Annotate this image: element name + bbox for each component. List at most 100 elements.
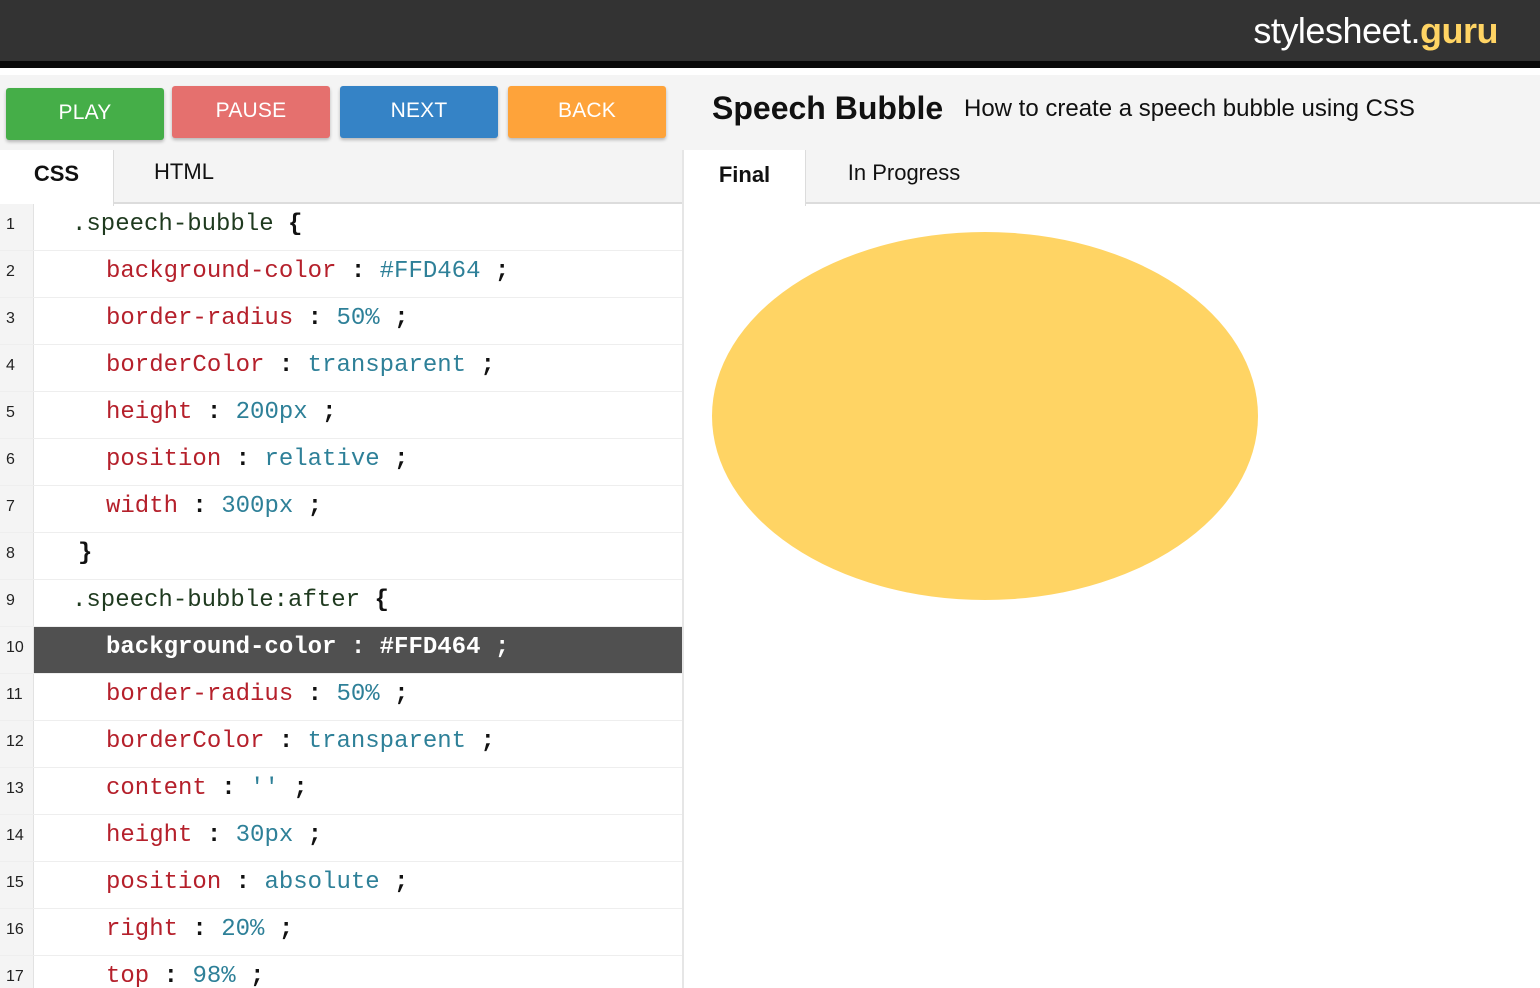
code-line[interactable]: 14 height : 30px ; — [0, 815, 682, 862]
code-text: height : 200px ; — [106, 399, 337, 426]
css-property: right — [106, 916, 179, 943]
code-text: background-color : #FFD464 ; — [106, 258, 510, 285]
code-text: content : '' ; — [106, 775, 308, 802]
code-line[interactable]: 15 position : absolute ; — [0, 862, 682, 909]
css-property: background-color — [106, 258, 337, 285]
line-number: 1 — [0, 204, 34, 250]
play-button[interactable]: PLAY — [6, 88, 164, 140]
editor-tabs: CSS HTML — [0, 150, 682, 206]
code-text: border-radius : 50% ; — [106, 681, 409, 708]
css-value: transparent — [307, 352, 467, 379]
open-brace: { — [374, 587, 389, 614]
code-line[interactable]: 17 top : 98% ; — [0, 956, 682, 988]
css-value: #FFD464 — [379, 634, 481, 661]
css-property: borderColor — [106, 352, 265, 379]
code-line[interactable]: 6 position : relative ; — [0, 439, 682, 486]
css-property: position — [106, 446, 222, 473]
code-text: } — [34, 533, 682, 579]
css-property: content — [106, 775, 207, 802]
code-line[interactable]: 12 borderColor : transparent ; — [0, 721, 682, 768]
line-number: 9 — [0, 580, 34, 626]
line-number: 8 — [0, 533, 34, 579]
line-number: 7 — [0, 486, 34, 532]
code-line[interactable]: 13 content : '' ; — [0, 768, 682, 815]
css-value: absolute — [264, 869, 380, 896]
code-text: position : relative ; — [106, 446, 409, 473]
tab-in-progress[interactable]: In Progress — [806, 150, 1002, 204]
lesson-description: How to create a speech bubble using CSS — [964, 95, 1415, 122]
open-brace: { — [288, 211, 303, 238]
code-text: height : 30px ; — [106, 822, 323, 849]
line-number: 2 — [0, 251, 34, 297]
line-number: 13 — [0, 768, 34, 814]
code-line[interactable]: 8} — [0, 533, 682, 580]
css-property: height — [106, 399, 193, 426]
code-text: .speech-bubble:after { — [34, 580, 682, 626]
line-number: 11 — [0, 674, 34, 720]
code-editor-pane: CSS HTML 1 .speech-bubble {2 background-co… — [0, 150, 684, 988]
line-number: 6 — [0, 439, 34, 485]
code-line[interactable]: 1 .speech-bubble { — [0, 204, 682, 251]
code-line[interactable]: 10 background-color : #FFD464 ; — [0, 627, 682, 674]
next-button[interactable]: NEXT — [340, 86, 498, 138]
close-brace: } — [78, 540, 93, 567]
line-number: 5 — [0, 392, 34, 438]
tab-final[interactable]: Final — [684, 150, 806, 206]
line-number: 4 — [0, 345, 34, 391]
line-number: 15 — [0, 862, 34, 908]
code-text: borderColor : transparent ; — [106, 728, 495, 755]
code-text: borderColor : transparent ; — [106, 352, 495, 379]
code-text: right : 20% ; — [106, 916, 294, 943]
code-line[interactable]: 5 height : 200px ; — [0, 392, 682, 439]
css-value: 300px — [221, 493, 294, 520]
preview-tabs: Final In Progress — [684, 150, 1540, 206]
lesson-controls: PLAY PAUSE NEXT BACK Speech Bubble How t… — [0, 75, 1540, 150]
css-selector: .speech-bubble — [72, 211, 274, 238]
css-property: borderColor — [106, 728, 265, 755]
css-property: top — [106, 963, 150, 988]
code-text: top : 98% ; — [106, 963, 265, 988]
code-text: position : absolute ; — [106, 869, 409, 896]
css-selector: .speech-bubble:after — [72, 587, 361, 614]
css-property: border-radius — [106, 305, 294, 332]
pause-button[interactable]: PAUSE — [172, 86, 330, 138]
css-property: position — [106, 869, 222, 896]
code-text: background-color : #FFD464 ; — [34, 627, 682, 673]
lesson-title: Speech Bubble — [712, 90, 944, 126]
code-editor[interactable]: 1 .speech-bubble {2 background-color : #FF… — [0, 204, 682, 988]
code-line[interactable]: 4 borderColor : transparent ; — [0, 345, 682, 392]
line-number: 12 — [0, 721, 34, 767]
css-value: #FFD464 — [379, 258, 481, 285]
css-value: relative — [264, 446, 380, 473]
css-property: height — [106, 822, 193, 849]
css-value: 50% — [336, 305, 380, 332]
css-value: 30px — [235, 822, 294, 849]
tab-html[interactable]: HTML — [114, 150, 254, 204]
code-line[interactable]: 7 width : 300px ; — [0, 486, 682, 533]
line-number: 16 — [0, 909, 34, 955]
css-value: 50% — [336, 681, 380, 708]
css-property: background-color — [106, 634, 337, 661]
tab-css[interactable]: CSS — [0, 150, 114, 206]
css-property: border-radius — [106, 681, 294, 708]
code-text: .speech-bubble { — [34, 204, 682, 250]
code-line[interactable]: 3 border-radius : 50% ; — [0, 298, 682, 345]
line-number: 10 — [0, 627, 34, 673]
code-line[interactable]: 2 background-color : #FFD464 ; — [0, 251, 682, 298]
code-line[interactable]: 11 border-radius : 50% ; — [0, 674, 682, 721]
preview-pane: Final In Progress — [684, 150, 1540, 988]
css-property: width — [106, 493, 179, 520]
code-text: border-radius : 50% ; — [106, 305, 409, 332]
brand-name: stylesheet. — [1253, 10, 1421, 51]
code-line[interactable]: 9 .speech-bubble:after { — [0, 580, 682, 627]
back-button[interactable]: BACK — [508, 86, 666, 138]
css-value: 98% — [192, 963, 236, 988]
brand-tld: guru — [1420, 10, 1498, 51]
line-number: 14 — [0, 815, 34, 861]
code-line[interactable]: 16 right : 20% ; — [0, 909, 682, 956]
brand-logo[interactable]: stylesheet.guru — [1253, 10, 1498, 52]
css-value: 200px — [235, 399, 308, 426]
line-number: 3 — [0, 298, 34, 344]
line-number: 17 — [0, 956, 34, 988]
code-text: width : 300px ; — [106, 493, 323, 520]
